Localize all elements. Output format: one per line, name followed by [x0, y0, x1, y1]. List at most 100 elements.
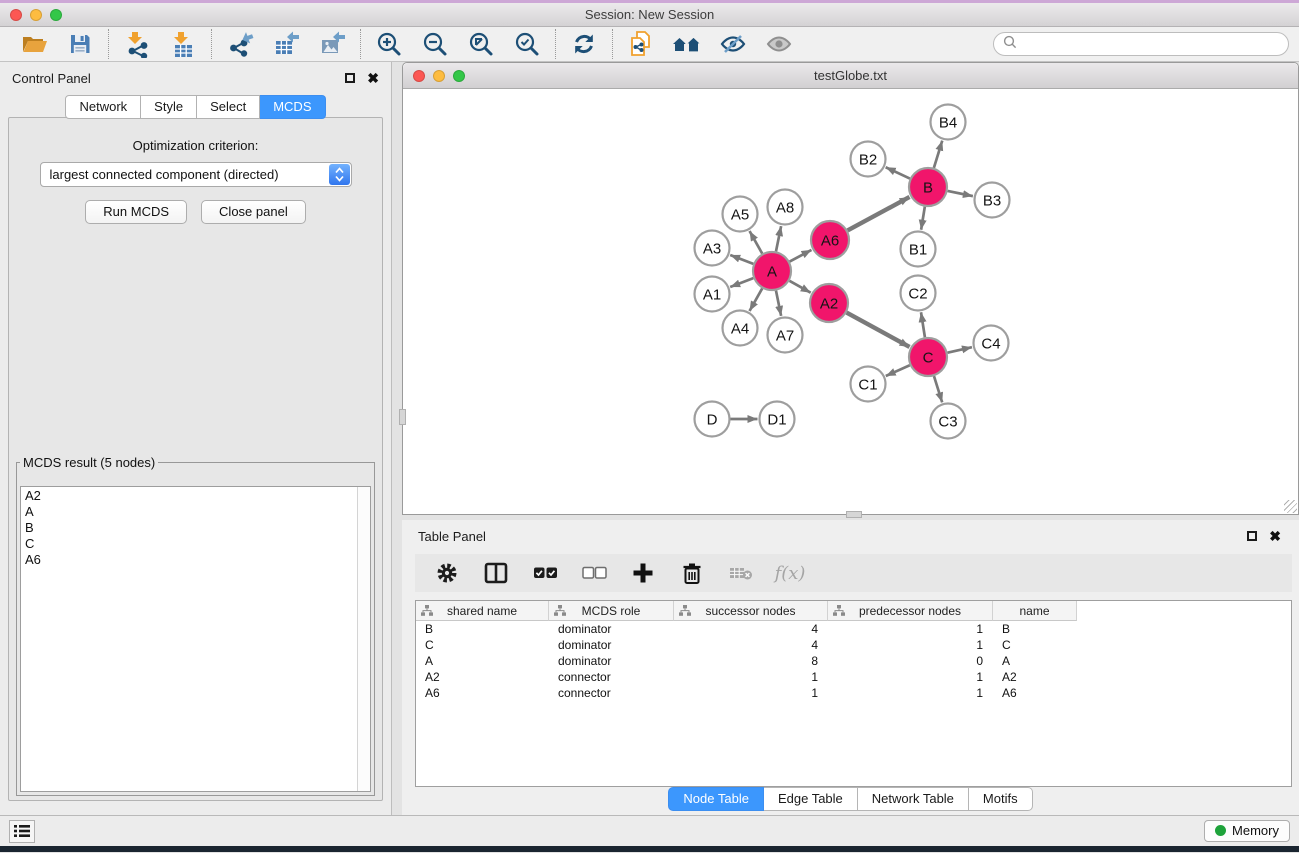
deselect-all-columns-icon[interactable] [581, 560, 607, 586]
table-row[interactable]: Adominator80A [416, 653, 1291, 669]
table-cell[interactable]: 0 [828, 653, 993, 669]
maximize-window-button[interactable] [50, 9, 62, 21]
result-item[interactable]: A [25, 504, 357, 520]
edge-C-C3[interactable] [934, 376, 942, 402]
node-B[interactable]: B [909, 168, 947, 206]
table-cell[interactable]: 1 [674, 669, 828, 685]
hide-selected-icon[interactable] [718, 29, 748, 59]
edge-A6-B[interactable] [848, 197, 910, 230]
column-header-predecessor-nodes[interactable]: predecessor nodes [828, 601, 993, 621]
table-cell[interactable]: A6 [416, 685, 549, 701]
edge-A-A5[interactable] [750, 231, 763, 254]
node-A7[interactable]: A7 [768, 318, 803, 353]
resize-grip-icon[interactable] [1284, 500, 1297, 513]
left-splitter-handle[interactable] [399, 409, 406, 425]
edge-A-A7[interactable] [776, 291, 781, 316]
table-cell[interactable]: connector [549, 669, 674, 685]
column-header-MCDS-role[interactable]: MCDS role [549, 601, 674, 621]
node-B1[interactable]: B1 [901, 232, 936, 267]
table-cell[interactable]: 8 [674, 653, 828, 669]
close-window-button[interactable] [10, 9, 22, 21]
node-C1[interactable]: C1 [851, 367, 886, 402]
table-cell[interactable]: A [993, 653, 1077, 669]
table-row[interactable]: A2connector11A2 [416, 669, 1291, 685]
node-A5[interactable]: A5 [723, 197, 758, 232]
node-D[interactable]: D [695, 402, 730, 437]
table-cell[interactable]: 1 [828, 621, 993, 637]
node-B3[interactable]: B3 [975, 183, 1010, 218]
result-item[interactable]: A2 [25, 488, 357, 504]
edge-B-B2[interactable] [886, 167, 910, 178]
show-all-icon[interactable] [764, 29, 794, 59]
table-cell[interactable]: 1 [828, 637, 993, 653]
edge-A-A6[interactable] [790, 250, 812, 262]
node-A4[interactable]: A4 [723, 311, 758, 346]
table-cell[interactable]: 1 [828, 669, 993, 685]
table-cell[interactable]: A [416, 653, 549, 669]
bottom-splitter-handle[interactable] [846, 511, 862, 518]
table-cell[interactable]: 4 [674, 621, 828, 637]
network-window-titlebar[interactable]: testGlobe.txt [403, 63, 1298, 89]
edge-C-C1[interactable] [886, 365, 910, 376]
node-D1[interactable]: D1 [760, 402, 795, 437]
edge-A-A2[interactable] [789, 281, 810, 293]
search-input[interactable] [1022, 37, 1279, 52]
close-panel-icon[interactable]: ✖ [367, 73, 379, 83]
criterion-dropdown[interactable]: largest connected component (directed) [40, 162, 352, 187]
minimize-window-button[interactable] [30, 9, 42, 21]
edge-B-B4[interactable] [934, 141, 942, 168]
node-C[interactable]: C [909, 338, 947, 376]
node-A1[interactable]: A1 [695, 277, 730, 312]
tab-select[interactable]: Select [197, 95, 260, 119]
table-cell[interactable]: B [993, 621, 1077, 637]
zoom-out-icon[interactable] [420, 29, 450, 59]
tab-style[interactable]: Style [141, 95, 197, 119]
table-cell[interactable]: C [993, 637, 1077, 653]
tab-network[interactable]: Network [65, 95, 141, 119]
mcds-result-list[interactable]: A2ABCA6 [21, 487, 357, 791]
tab-motifs[interactable]: Motifs [969, 787, 1033, 811]
table-row[interactable]: A6connector11A6 [416, 685, 1291, 701]
node-A6[interactable]: A6 [811, 221, 849, 259]
float-table-panel-icon[interactable] [1247, 531, 1257, 541]
task-history-button[interactable] [9, 820, 35, 843]
search-box[interactable] [993, 32, 1289, 56]
zoom-selected-icon[interactable] [512, 29, 542, 59]
table-cell[interactable]: dominator [549, 653, 674, 669]
table-cell[interactable]: dominator [549, 637, 674, 653]
network-canvas[interactable]: B4B2BB3A8A5A6A3B1AA1C2A2A4A7C4CC1DD1C3 [403, 90, 1298, 514]
select-all-columns-icon[interactable] [532, 560, 558, 586]
table-settings-icon[interactable] [434, 560, 460, 586]
preferred-layout-icon[interactable] [672, 29, 702, 59]
maximize-network-window-button[interactable] [453, 70, 465, 82]
table-row[interactable]: Bdominator41B [416, 621, 1291, 637]
edge-C-C2[interactable] [921, 312, 925, 337]
node-A3[interactable]: A3 [695, 231, 730, 266]
table-cell[interactable]: 4 [674, 637, 828, 653]
table-cell[interactable]: A2 [416, 669, 549, 685]
table-cell[interactable]: 1 [674, 685, 828, 701]
add-column-icon[interactable] [630, 560, 656, 586]
zoom-fit-icon[interactable] [466, 29, 496, 59]
export-table-icon[interactable] [271, 29, 301, 59]
close-network-window-button[interactable] [413, 70, 425, 82]
import-network-icon[interactable] [122, 29, 152, 59]
table-cell[interactable]: connector [549, 685, 674, 701]
node-A[interactable]: A [753, 252, 791, 290]
result-item[interactable]: A6 [25, 552, 357, 568]
copy-view-icon[interactable] [626, 29, 656, 59]
edge-A-A4[interactable] [750, 288, 763, 311]
tab-node-table[interactable]: Node Table [668, 787, 764, 811]
tab-edge-table[interactable]: Edge Table [764, 787, 858, 811]
edge-A-A8[interactable] [776, 226, 781, 251]
delete-column-icon[interactable] [679, 560, 705, 586]
column-header-name[interactable]: name [993, 601, 1077, 621]
table-cell[interactable]: C [416, 637, 549, 653]
table-cell[interactable]: B [416, 621, 549, 637]
edge-A2-C[interactable] [847, 313, 910, 347]
result-item[interactable]: B [25, 520, 357, 536]
table-cell[interactable]: dominator [549, 621, 674, 637]
result-item[interactable]: C [25, 536, 357, 552]
node-C2[interactable]: C2 [901, 276, 936, 311]
table-cell[interactable]: A2 [993, 669, 1077, 685]
